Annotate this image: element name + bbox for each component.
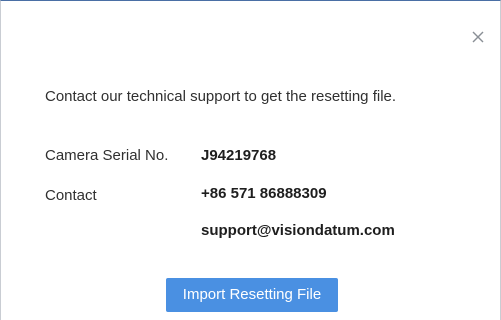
close-icon [472,31,484,43]
import-resetting-file-button[interactable]: Import Resetting File [166,278,338,312]
serial-value: J94219768 [201,147,277,164]
contact-row: Contact +86 571 86888309 [45,185,327,204]
support-email: support@visiondatum.com [201,222,395,239]
instruction-text: Contact our technical support to get the… [45,88,397,105]
serial-label: Camera Serial No. [45,147,169,164]
contact-label: Contact [45,187,97,204]
serial-row: Camera Serial No. J94219768 [45,147,276,164]
reset-dialog: Contact our technical support to get the… [0,0,501,320]
close-button[interactable] [468,27,488,47]
phone-number: +86 571 86888309 [201,185,327,202]
